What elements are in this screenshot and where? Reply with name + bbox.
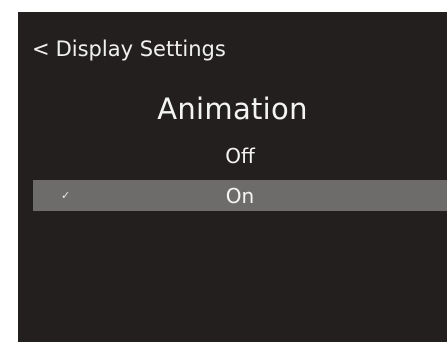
option-on[interactable]: ✓ On [33,180,447,211]
option-off[interactable]: Off [33,140,447,171]
option-label: On [225,183,255,208]
back-chevron-icon: < [32,37,50,61]
back-button[interactable]: < Display Settings [32,34,226,64]
back-label: Display Settings [55,37,226,61]
option-label: Off [225,143,255,168]
page-title: Animation [157,92,308,126]
settings-screen: < Display Settings Animation Off ✓ On [18,12,447,342]
